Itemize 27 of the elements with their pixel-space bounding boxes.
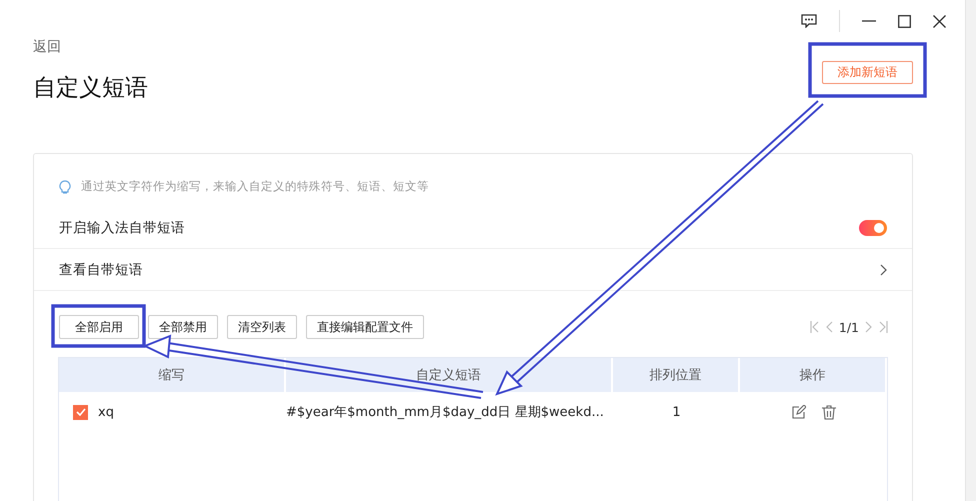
maximize-icon[interactable]	[898, 14, 911, 28]
table-cell: 1	[672, 404, 681, 420]
table-cell: xq	[98, 404, 114, 420]
toolbar-button[interactable]: 直接编辑配置文件	[306, 315, 424, 339]
page-indicator: 1/1	[838, 320, 859, 334]
chat-icon[interactable]	[801, 14, 817, 28]
checkmark-icon	[76, 408, 86, 416]
lightbulb-icon	[59, 180, 71, 194]
column-header: 排列位置	[613, 358, 740, 392]
close-icon[interactable]	[933, 14, 946, 28]
trash-icon[interactable]	[822, 404, 836, 420]
scrollbar[interactable]	[965, 0, 976, 501]
toolbar-button[interactable]: 全部启用	[59, 315, 139, 339]
edit-icon[interactable]	[792, 405, 806, 419]
setting-label: 开启输入法自带短语	[59, 218, 185, 236]
column-header: 操作	[740, 358, 887, 392]
chevron-right-icon[interactable]	[880, 264, 887, 276]
page-title: 自定义短语	[33, 74, 148, 103]
table-cell-text: #$year年$month_mm月$day_dd日 星期$weekd...	[286, 404, 604, 421]
toggle-switch[interactable]	[859, 220, 887, 236]
hint-text: 通过英文字符作为缩写，来输入自定义的特殊符号、短语、短文等	[81, 179, 429, 194]
toolbar-button[interactable]: 清空列表	[227, 315, 297, 339]
column-header: 缩写	[59, 358, 286, 392]
back-link[interactable]: 返回	[33, 38, 148, 56]
setting-label: 查看自带短语	[59, 260, 143, 278]
checkbox[interactable]	[73, 404, 88, 420]
minimize-icon[interactable]	[862, 20, 876, 22]
